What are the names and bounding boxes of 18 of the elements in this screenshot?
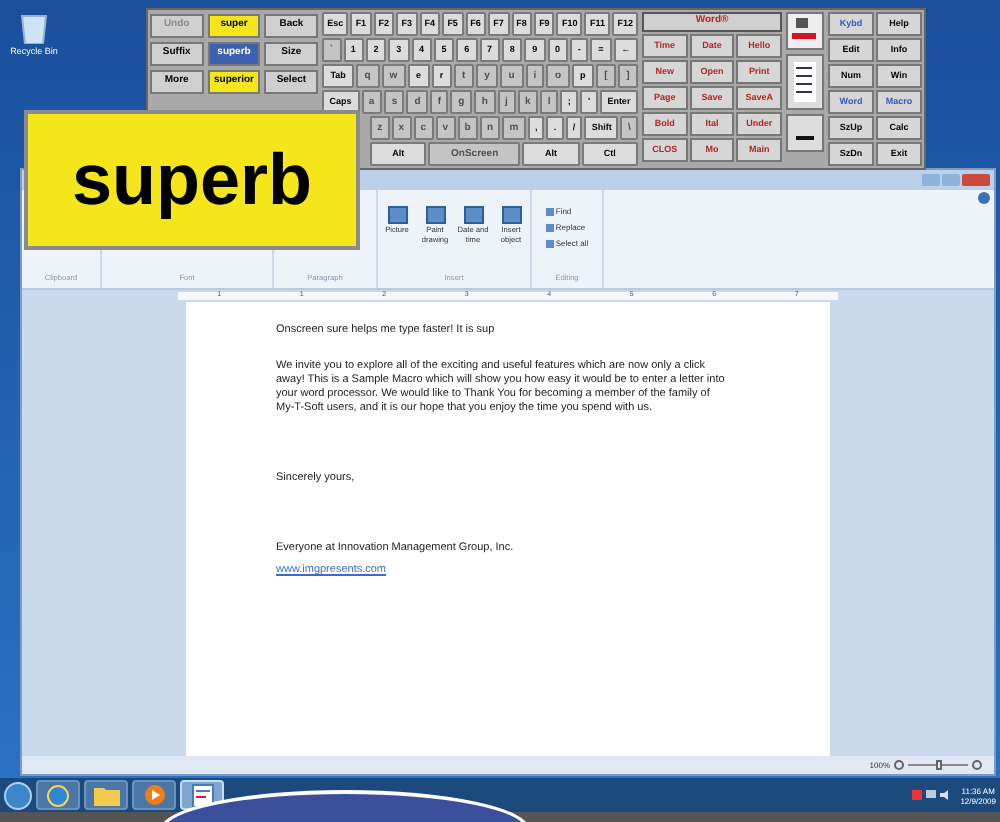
- minimize-icon[interactable]: [786, 114, 824, 152]
- document-icon: [191, 783, 213, 807]
- list-icon[interactable]: [786, 54, 824, 110]
- zoom-in-button[interactable]: [972, 760, 982, 770]
- keyboard-layout-icon[interactable]: [786, 12, 824, 50]
- globe-icon: [46, 783, 70, 807]
- play-icon: [143, 784, 165, 806]
- network-icon[interactable]: [926, 790, 937, 800]
- folder-icon: [93, 784, 119, 806]
- taskbar-app-button[interactable]: [132, 780, 176, 810]
- start-button[interactable]: [4, 781, 32, 809]
- zoom-out-button[interactable]: [894, 760, 904, 770]
- help-icon[interactable]: [978, 192, 990, 204]
- zoom-thumb[interactable]: [935, 760, 941, 770]
- taskbar-app-button[interactable]: [36, 780, 80, 810]
- recycle-bin-icon[interactable]: [20, 12, 48, 44]
- speaker-icon[interactable]: [940, 790, 951, 800]
- preview-word: superb: [71, 144, 313, 216]
